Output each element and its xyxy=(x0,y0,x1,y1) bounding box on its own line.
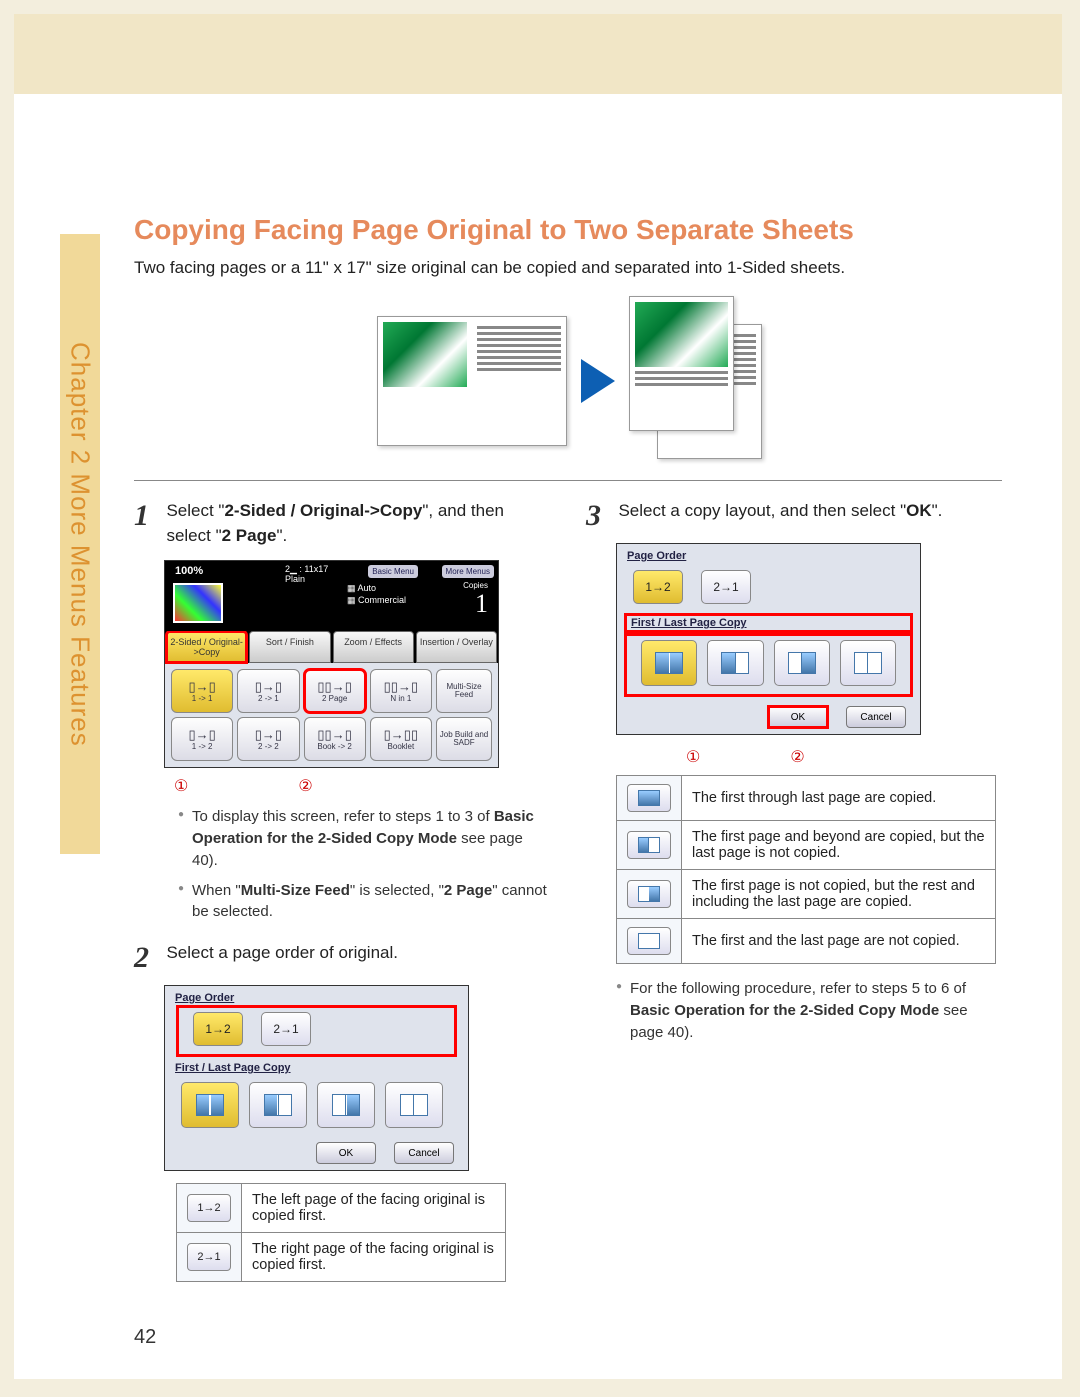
step1-note-1: To display this screen, refer to steps 1… xyxy=(178,806,550,871)
layout-no-first[interactable] xyxy=(317,1082,375,1128)
tab-2sided[interactable]: 2-Sided / Original->Copy xyxy=(166,631,247,663)
page-order-header-2: Page Order xyxy=(617,544,920,564)
step-1: 1 Select "2-Sided / Original->Copy", and… xyxy=(134,499,550,548)
layout-no-last-b[interactable] xyxy=(707,640,763,686)
printer-screen-pageorder: Page Order 1→2 2→1 First / Last Page Cop… xyxy=(164,985,469,1171)
step-3-text: Select a copy layout, and then select "O… xyxy=(618,499,1000,524)
btn-2page[interactable]: ▯▯→▯2 Page xyxy=(304,669,366,713)
chapter-label: Chapter 2 More Menus Features xyxy=(65,342,96,747)
tab-insertion[interactable]: Insertion / Overlay xyxy=(416,631,497,663)
tray-info: 2▁ : 11x17 Plain xyxy=(285,565,328,585)
layout-both[interactable] xyxy=(181,1082,239,1128)
table-row: 1→2 The left page of the facing original… xyxy=(177,1184,506,1233)
page-order-header: Page Order xyxy=(165,986,468,1006)
layout-icon-no-first xyxy=(627,880,671,908)
layout-icon-none xyxy=(627,927,671,955)
btn-1to1[interactable]: ▯→▯1 -> 1 xyxy=(171,669,233,713)
table-row: The first through last page are copied. xyxy=(617,776,996,821)
step-2-text: Select a page order of original. xyxy=(166,941,548,966)
facing-page-original xyxy=(377,316,567,446)
step1-note-2: When "Multi-Size Feed" is selected, "2 P… xyxy=(178,880,550,924)
printer-screen-layout: Page Order 1→2 2→1 First / Last Page Cop… xyxy=(616,543,921,735)
chapter-side-tab: Chapter 2 More Menus Features xyxy=(60,234,100,854)
layout-none-b[interactable] xyxy=(840,640,896,686)
zoom-percent: 100% xyxy=(175,565,203,577)
step-2: 2 Select a page order of original. xyxy=(134,941,550,975)
step-1-number: 1 xyxy=(134,499,162,533)
order-2to1[interactable]: 2→1 xyxy=(261,1012,311,1046)
page-number: 42 xyxy=(134,1326,156,1349)
output-single-sheets xyxy=(629,296,759,466)
header-bar xyxy=(14,14,1062,94)
table-row: The first page is not copied, but the re… xyxy=(617,870,996,919)
btn-2to1[interactable]: ▯→▯2 -> 1 xyxy=(237,669,299,713)
page-title: Copying Facing Page Original to Two Sepa… xyxy=(134,214,1002,246)
color-mode-info: ▦ Auto ▦ Commercial xyxy=(347,583,406,606)
step-3: 3 Select a copy layout, and then select … xyxy=(586,499,1002,533)
icon-1to2: 1→2 xyxy=(187,1194,231,1222)
ok-button[interactable]: OK xyxy=(316,1142,376,1164)
layout-no-last[interactable] xyxy=(249,1082,307,1128)
page-order-table: 1→2 The left page of the facing original… xyxy=(176,1183,506,1282)
ok-button-b[interactable]: OK xyxy=(768,706,828,728)
step3-markers: ①② xyxy=(686,747,1002,767)
step-1-text: Select "2-Sided / Original->Copy", and t… xyxy=(166,499,548,548)
layout-both-b[interactable] xyxy=(641,640,697,686)
btn-1to2[interactable]: ▯→▯1 -> 2 xyxy=(171,717,233,761)
basic-menu-tab[interactable]: Basic Menu xyxy=(368,565,418,578)
cancel-button-b[interactable]: Cancel xyxy=(846,706,906,728)
order-2to1-b[interactable]: 2→1 xyxy=(701,570,751,604)
btn-multisize[interactable]: Multi-Size Feed xyxy=(436,669,492,713)
icon-2to1: 2→1 xyxy=(187,1243,231,1271)
cancel-button[interactable]: Cancel xyxy=(394,1142,454,1164)
step-2-number: 2 xyxy=(134,941,162,975)
printer-screen-2sided: 100% 2▁ : 11x17 Plain Basic Menu More Me… xyxy=(164,560,499,768)
btn-jobbuild[interactable]: Job Build and SADF xyxy=(436,717,492,761)
layout-no-first-b[interactable] xyxy=(774,640,830,686)
btn-2to2[interactable]: ▯→▯2 -> 2 xyxy=(237,717,299,761)
order-1to2[interactable]: 1→2 xyxy=(193,1012,243,1046)
btn-nin1[interactable]: ▯▯→▯N in 1 xyxy=(370,669,432,713)
facing-to-single-diagram xyxy=(134,296,1002,466)
divider xyxy=(134,480,1002,481)
order-1to2-b[interactable]: 1→2 xyxy=(633,570,683,604)
preview-thumb xyxy=(173,583,223,623)
table-row: The first and the last page are not copi… xyxy=(617,919,996,964)
more-menus-tab[interactable]: More Menus xyxy=(442,565,494,578)
step1-markers: ①② xyxy=(174,776,550,796)
firstlast-header-2: First / Last Page Copy xyxy=(625,614,912,632)
tab-zoom[interactable]: Zoom / Effects xyxy=(333,631,414,663)
copies-count: 1 xyxy=(475,589,488,619)
step-3-number: 3 xyxy=(586,499,614,533)
step3-note: For the following procedure, refer to st… xyxy=(616,978,1002,1043)
arrow-right-icon xyxy=(581,359,615,403)
layout-icon-both xyxy=(627,784,671,812)
btn-booklet[interactable]: ▯→▯▯Booklet xyxy=(370,717,432,761)
table-row: The first page and beyond are copied, bu… xyxy=(617,821,996,870)
firstlast-header: First / Last Page Copy xyxy=(165,1056,468,1076)
layout-icon-no-last xyxy=(627,831,671,859)
intro-text: Two facing pages or a 11" x 17" size ori… xyxy=(134,258,1002,278)
tab-sort[interactable]: Sort / Finish xyxy=(249,631,330,663)
btn-bookto2[interactable]: ▯▯→▯Book -> 2 xyxy=(304,717,366,761)
layout-none[interactable] xyxy=(385,1082,443,1128)
table-row: 2→1 The right page of the facing origina… xyxy=(177,1233,506,1282)
layout-table: The first through last page are copied. … xyxy=(616,775,996,964)
